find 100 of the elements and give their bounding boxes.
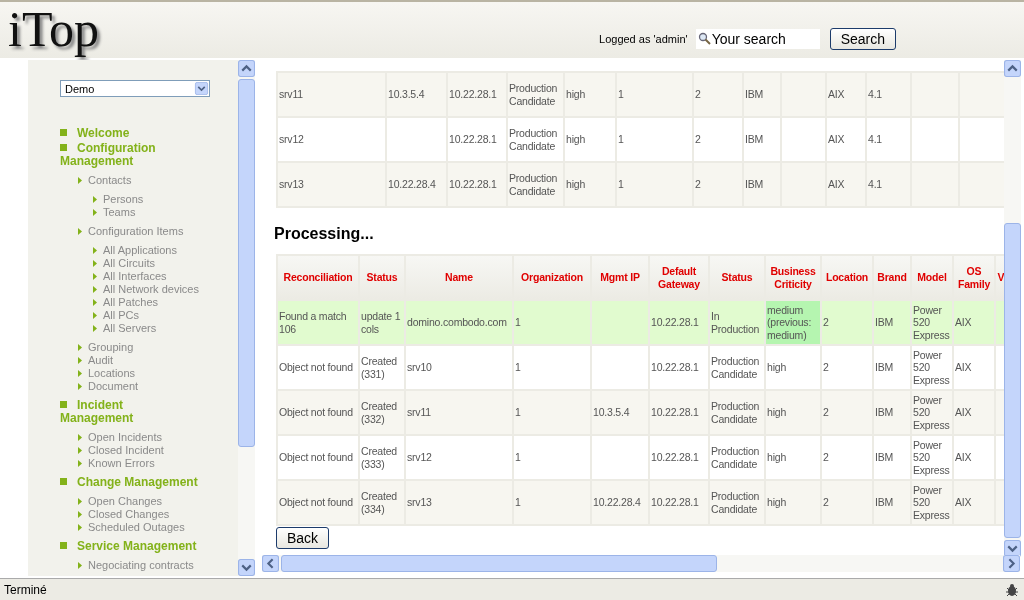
column-header: Name xyxy=(445,271,473,284)
table-cell: Production Candidate xyxy=(509,172,558,197)
vertical-scrollbar[interactable] xyxy=(238,60,255,576)
triangle-bullet-icon xyxy=(93,286,97,293)
menu-item[interactable]: All Circuits xyxy=(103,257,155,270)
menu-item[interactable]: Contacts xyxy=(88,174,132,187)
table-cell: srv10 xyxy=(407,361,432,374)
table-cell: high xyxy=(767,406,787,419)
menu-item[interactable]: Closed Incident xyxy=(88,444,164,457)
triangle-bullet-icon xyxy=(78,524,82,531)
table-cell: IBM xyxy=(875,361,894,374)
menu-item[interactable]: Closed Changes xyxy=(88,508,170,521)
menu-item[interactable]: Open Incidents xyxy=(88,431,162,444)
menu-section[interactable]: Welcome xyxy=(60,127,198,140)
table-cell: 1 xyxy=(618,88,624,101)
column-header: Model xyxy=(917,271,947,284)
menu-item[interactable]: Scheduled Outages xyxy=(88,521,185,534)
table-cell: 10.3.5.4 xyxy=(388,88,425,101)
menu-item[interactable]: Open Changes xyxy=(88,495,162,508)
menu-item[interactable]: Known Errors xyxy=(88,457,155,470)
scrollbar-thumb[interactable] xyxy=(281,555,717,572)
menu-item[interactable]: All Network devices xyxy=(103,283,199,296)
table-cell: Power 520 Express xyxy=(913,393,950,431)
table-cell: 10.22.28.1 xyxy=(449,88,497,101)
column-header: Default Gateway xyxy=(658,265,700,290)
triangle-bullet-icon xyxy=(93,247,97,254)
triangle-bullet-icon xyxy=(78,344,82,351)
table-cell: AIX xyxy=(828,133,845,146)
scroll-right-icon[interactable] xyxy=(1003,555,1020,572)
scroll-left-icon[interactable] xyxy=(262,555,279,572)
column-header: V xyxy=(997,271,1004,284)
vertical-scrollbar[interactable] xyxy=(1004,60,1021,557)
menu-item[interactable]: Teams xyxy=(103,206,136,219)
menu-section[interactable]: Configuration Management xyxy=(60,142,198,168)
table-cell: Power 520 Express xyxy=(913,303,950,341)
menu-item[interactable]: All Patches xyxy=(103,296,159,309)
menu-item[interactable]: All Applications xyxy=(103,244,177,257)
triangle-bullet-icon xyxy=(78,370,82,377)
table-cell: high xyxy=(566,133,586,146)
table-cell: srv11 xyxy=(279,88,303,101)
scroll-up-icon[interactable] xyxy=(1004,60,1021,77)
menu-item[interactable]: Document xyxy=(88,380,139,393)
column-header: Business Criticity xyxy=(770,265,816,290)
table-cell: Found a match 106 xyxy=(279,310,347,335)
triangle-bullet-icon xyxy=(78,357,82,364)
triangle-bullet-icon xyxy=(93,273,97,280)
search-field[interactable]: Your search xyxy=(695,29,820,49)
horizontal-scrollbar[interactable] xyxy=(262,555,1020,572)
table-cell: Created (331) xyxy=(361,355,397,380)
table-cell: 10.22.28.1 xyxy=(449,133,497,146)
menu-item[interactable]: Grouping xyxy=(88,341,134,354)
table-cell: Production Candidate xyxy=(711,400,760,425)
scroll-down-icon[interactable] xyxy=(1004,540,1021,557)
table-cell: 10.22.28.1 xyxy=(449,178,497,191)
table-cell: 1 xyxy=(515,496,521,509)
table-cell: srv13 xyxy=(279,178,304,191)
table-cell: 2 xyxy=(823,451,829,464)
menu-item[interactable]: Persons xyxy=(103,193,144,206)
menu-item[interactable]: Negociating contracts xyxy=(88,559,194,572)
scrollbar-thumb[interactable] xyxy=(238,79,255,447)
table-cell: high xyxy=(566,88,586,101)
triangle-bullet-icon xyxy=(78,228,82,235)
table-cell: IBM xyxy=(745,178,764,191)
triangle-bullet-icon xyxy=(78,434,82,441)
table-cell: Object not found xyxy=(279,496,353,509)
triangle-bullet-icon xyxy=(78,460,82,467)
search-button[interactable]: Search xyxy=(829,28,896,50)
table-cell: Production Candidate xyxy=(711,355,760,380)
table-cell: 1 xyxy=(618,178,624,191)
menu-item[interactable]: All Servers xyxy=(103,322,157,335)
search-icon xyxy=(697,32,711,45)
table-cell: Production Candidate xyxy=(509,82,558,107)
menu-item[interactable]: Audit xyxy=(88,354,114,367)
menu-section[interactable]: Change Management xyxy=(60,476,198,489)
column-header: OS Family xyxy=(957,265,991,290)
menu-item[interactable]: All PCs xyxy=(103,309,140,322)
scrollbar-thumb[interactable] xyxy=(1004,223,1021,538)
organization-select[interactable]: Demo xyxy=(60,80,210,97)
table-cell: 10.22.28.1 xyxy=(651,406,699,419)
table-cell: 10.22.28.1 xyxy=(651,496,699,509)
menu-section[interactable]: Service Management xyxy=(60,540,198,553)
table-cell: 2 xyxy=(823,406,829,419)
triangle-bullet-icon xyxy=(93,299,97,306)
triangle-bullet-icon xyxy=(93,209,97,216)
scroll-up-icon[interactable] xyxy=(238,60,255,77)
table-cell: 4.1 xyxy=(868,178,882,191)
table-cell: Object not found xyxy=(279,406,353,419)
scroll-down-icon[interactable] xyxy=(238,559,255,576)
menu-item[interactable]: Locations xyxy=(88,367,136,380)
menu-section[interactable]: Incident Management xyxy=(60,399,198,425)
menu-item[interactable]: Configuration Items xyxy=(88,225,184,238)
menu-item[interactable]: All Interfaces xyxy=(103,270,167,283)
back-button[interactable]: Back xyxy=(276,527,330,549)
table-cell: AIX xyxy=(955,496,972,509)
column-header: Status xyxy=(721,271,753,284)
triangle-bullet-icon xyxy=(78,498,82,505)
table-cell: Object not found xyxy=(279,361,353,374)
table-cell: 2 xyxy=(823,361,829,374)
bug-icon xyxy=(1004,581,1020,598)
table-cell: Created (333) xyxy=(361,445,397,470)
